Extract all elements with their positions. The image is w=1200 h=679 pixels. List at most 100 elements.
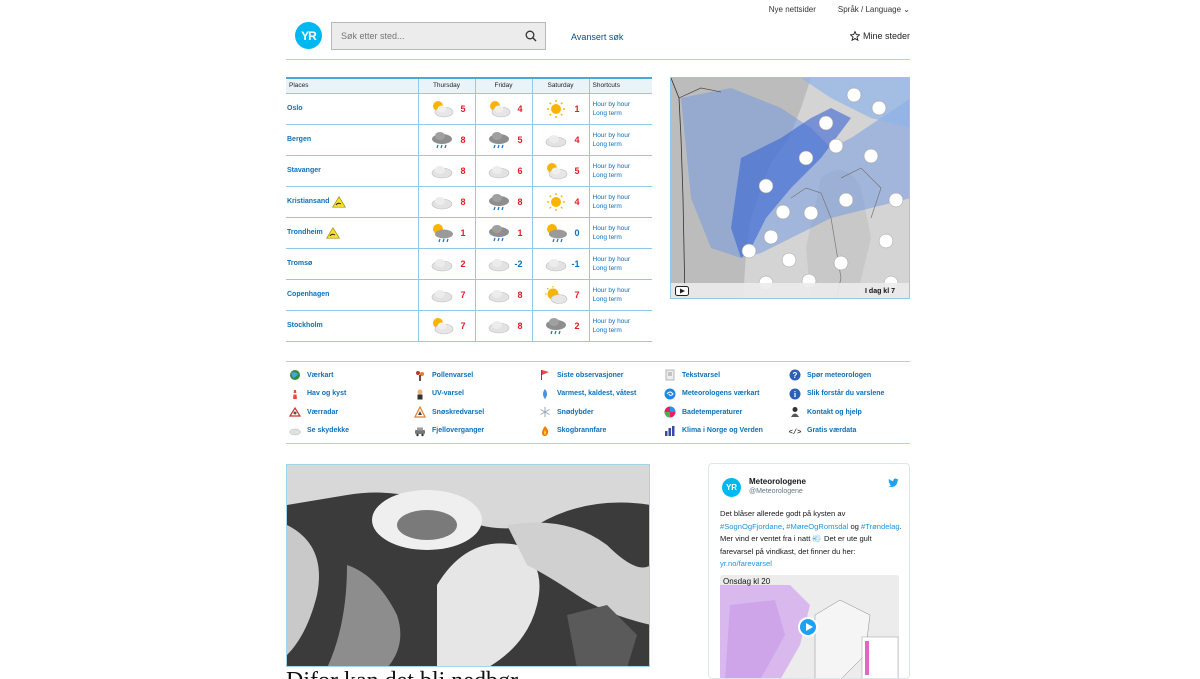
hour-by-hour-link[interactable]: Hour by hour — [593, 162, 653, 171]
long-term-link[interactable]: Long term — [593, 295, 653, 304]
hashtag-link[interactable]: #Trøndelag — [861, 522, 900, 531]
twitter-embed[interactable]: YR Meteorologene @Meteorologene Det blås… — [708, 463, 910, 679]
forecast-cell[interactable]: 8 — [474, 310, 532, 342]
forecast-cell[interactable]: 0 — [531, 217, 589, 249]
service-link[interactable]: Badetemperaturer — [664, 403, 789, 422]
service-link[interactable]: Tekstvarsel — [664, 366, 789, 385]
service-link[interactable]: Skogbrannfare — [539, 422, 664, 441]
forecast-cell[interactable]: 7 — [417, 279, 475, 311]
tweet-author-handle[interactable]: @Meteorologene — [749, 488, 803, 495]
yr-logo[interactable]: YR — [295, 22, 322, 49]
forecast-cell[interactable]: 5 — [474, 124, 532, 156]
hour-by-hour-link[interactable]: Hour by hour — [593, 317, 653, 326]
table-row: Kristiansand 8 8 4 Hour by hour Long term — [286, 186, 653, 218]
service-link[interactable]: </> Gratis værdata — [789, 422, 913, 441]
long-term-link[interactable]: Long term — [593, 202, 653, 211]
forecast-cell[interactable]: 2 — [531, 310, 589, 342]
service-link[interactable]: Meteorologens værkart — [664, 385, 789, 404]
long-term-link[interactable]: Long term — [593, 171, 653, 180]
forecast-cell[interactable]: 8 — [474, 186, 532, 218]
search-icon[interactable] — [525, 30, 537, 42]
place-link[interactable]: Copenhagen — [287, 291, 329, 298]
long-term-link[interactable]: Long term — [593, 264, 653, 273]
warning-icon[interactable] — [325, 226, 340, 239]
avatar[interactable]: YR — [722, 478, 741, 497]
table-row: Trondheim 1 1 0 Hour by hour Long term — [286, 217, 653, 249]
service-link[interactable]: Klima i Norge og Verden — [664, 422, 789, 441]
article-headline[interactable]: Difor kan det bli nedbør — [286, 666, 650, 679]
place-link[interactable]: Bergen — [287, 136, 311, 143]
twitter-bird-icon[interactable] — [888, 478, 899, 488]
hour-by-hour-link[interactable]: Hour by hour — [593, 193, 653, 202]
place-link[interactable]: Stockholm — [287, 322, 323, 329]
hashtag-link[interactable]: #SognOgFjordane — [720, 522, 782, 531]
long-term-link[interactable]: Long term — [593, 233, 653, 242]
forecast-cell[interactable]: 8 — [417, 186, 475, 218]
forecast-cell[interactable]: 5 — [531, 155, 589, 187]
forecast-cell[interactable]: 6 — [474, 155, 532, 187]
place-link[interactable]: Stavanger — [287, 167, 321, 174]
hour-by-hour-link[interactable]: Hour by hour — [593, 224, 653, 233]
service-link[interactable]: Se skydekke — [289, 422, 414, 441]
service-link[interactable]: UV-varsel — [414, 385, 539, 404]
service-link[interactable]: Fjelloverganger — [414, 422, 539, 441]
long-term-link[interactable]: Long term — [593, 109, 653, 118]
place-link[interactable]: Trondheim — [287, 226, 340, 239]
forecast-cell[interactable]: 7 — [417, 310, 475, 342]
my-places-link[interactable]: Mine steder — [849, 31, 910, 41]
service-link[interactable]: Værkart — [289, 366, 414, 385]
service-link[interactable]: Værradar — [289, 403, 414, 422]
cloud-icon — [488, 289, 509, 302]
forecast-cell[interactable]: -1 — [531, 248, 589, 280]
service-link[interactable]: Siste observasjoner — [539, 366, 664, 385]
hour-by-hour-link[interactable]: Hour by hour — [593, 131, 653, 140]
forecast-cell[interactable]: 1 — [531, 93, 589, 125]
service-link[interactable]: Snødybder — [539, 403, 664, 422]
service-link[interactable]: Varmest, kaldest, våtest — [539, 385, 664, 404]
divider — [286, 59, 910, 60]
language-selector[interactable]: Språk / Language ⌄ — [838, 5, 910, 14]
hour-by-hour-link[interactable]: Hour by hour — [593, 100, 653, 109]
forecast-cell[interactable]: -2 — [474, 248, 532, 280]
column-header-friday: Friday — [474, 77, 532, 94]
play-button[interactable] — [798, 617, 818, 637]
forecast-cell[interactable]: 7 — [531, 279, 589, 311]
forecast-cell[interactable]: 8 — [417, 124, 475, 156]
long-term-link[interactable]: Long term — [593, 140, 653, 149]
forecast-cell[interactable]: 2 — [417, 248, 475, 280]
temperature: 0 — [574, 227, 580, 238]
service-link[interactable]: ? Spør meteorologen — [789, 366, 913, 385]
place-link[interactable]: Oslo — [287, 105, 303, 112]
weather-radar-map[interactable]: I dag kl 7 — [670, 77, 910, 299]
forecast-cell[interactable]: 5 — [417, 93, 475, 125]
place-link[interactable]: Tromsø — [287, 260, 312, 267]
tweet-video[interactable]: Onsdag kl 20 — [720, 575, 899, 678]
service-link[interactable]: Hav og kyst — [289, 385, 414, 404]
satellite-image[interactable] — [286, 464, 650, 667]
forecast-cell[interactable]: 8 — [417, 155, 475, 187]
tweet-url-link[interactable]: yr.no/farevarsel — [720, 559, 772, 568]
new-site-link[interactable]: Nye nettsider — [769, 5, 816, 14]
hashtag-link[interactable]: #MøreOgRomsdal — [786, 522, 848, 531]
hour-by-hour-link[interactable]: Hour by hour — [593, 255, 653, 264]
advanced-search-link[interactable]: Avansert søk — [571, 32, 623, 42]
service-link[interactable]: Pollenvarsel — [414, 366, 539, 385]
warning-icon[interactable] — [332, 195, 347, 208]
service-link[interactable]: Snøskredvarsel — [414, 403, 539, 422]
play-icon[interactable] — [675, 286, 689, 296]
forecast-cell[interactable]: 1 — [474, 217, 532, 249]
forecast-cell[interactable]: 1 — [417, 217, 475, 249]
forecast-cell[interactable]: 4 — [531, 124, 589, 156]
hour-by-hour-link[interactable]: Hour by hour — [593, 286, 653, 295]
tweet-author-name[interactable]: Meteorologene — [749, 477, 806, 486]
search-input[interactable] — [332, 23, 512, 49]
place-link[interactable]: Kristiansand — [287, 195, 347, 208]
service-link[interactable]: Kontakt og hjelp — [789, 403, 913, 422]
long-term-link[interactable]: Long term — [593, 326, 653, 335]
shortcuts-cell: Hour by hour Long term — [588, 155, 653, 187]
forecast-cell[interactable]: 8 — [474, 279, 532, 311]
forecast-cell[interactable]: 4 — [474, 93, 532, 125]
service-link[interactable]: i Slik forstår du varslene — [789, 385, 913, 404]
forecast-cell[interactable]: 4 — [531, 186, 589, 218]
service-link-label: Skogbrannfare — [557, 427, 607, 435]
